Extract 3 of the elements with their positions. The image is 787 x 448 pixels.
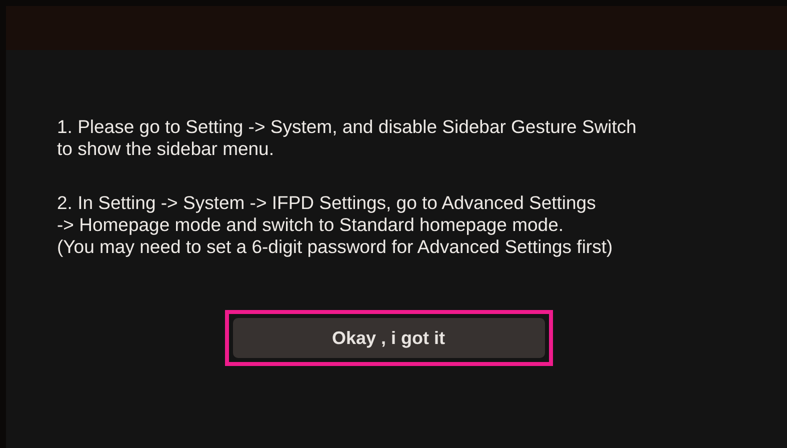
okay-button[interactable]: Okay , i got it (232, 318, 544, 358)
instruction-text: 1. Please go to Setting -> System, and disable Sidebar Gesture Switch to show the sidebar menu. (57, 116, 638, 160)
instruction-text: 2. In Setting -> System -> IFPD Settings, go to Advanced Settings -> Homepage mode and switch to Standard homepage mode. (You may need to set a 6-digit password for Advanced Settings first) (57, 192, 614, 258)
